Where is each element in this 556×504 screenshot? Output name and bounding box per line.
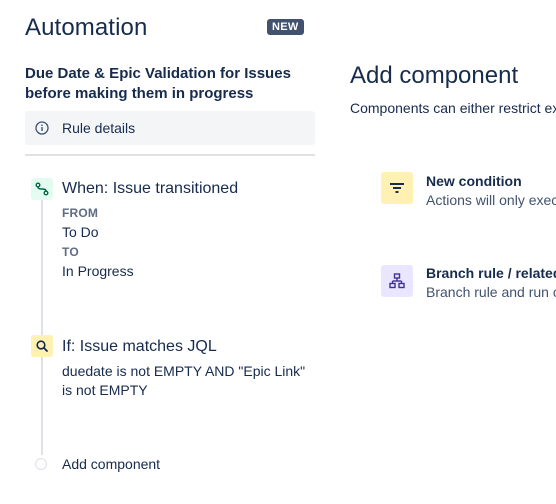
to-value: In Progress [62, 263, 134, 279]
divider [25, 154, 315, 156]
new-condition-description: Actions will only exec conditions preced… [426, 192, 556, 208]
rule-details-button[interactable]: Rule details [25, 111, 315, 145]
panel-title: Add component [350, 62, 519, 89]
branch-rule-description: Branch rule and run c actions for these … [426, 284, 556, 300]
trigger-step-title[interactable]: When: Issue transitioned [62, 180, 238, 198]
to-label: TO [62, 245, 79, 259]
panel-description: Components can either restrict ex on rel… [350, 100, 556, 116]
add-component-button[interactable]: Add component [62, 456, 160, 472]
filter-icon [381, 172, 413, 204]
add-component-dot [35, 458, 47, 470]
timeline-line [41, 200, 43, 455]
new-condition-title: New condition [426, 173, 522, 189]
rule-name: Due Date & Epic Validation for Issues be… [25, 65, 291, 102]
automation-page: Automation NEW Due Date & Epic Validatio… [0, 0, 556, 504]
branch-rule-title: Branch rule / related [426, 265, 556, 281]
from-value: To Do [62, 224, 99, 240]
info-icon [35, 121, 49, 135]
branch-icon [381, 265, 413, 297]
rule-editor-panel: Automation NEW Due Date & Epic Validatio… [25, 0, 315, 504]
from-label: FROM [62, 206, 99, 220]
add-component-panel: Add component Components can either rest… [350, 0, 556, 504]
new-badge: NEW [267, 19, 304, 35]
search-icon[interactable] [31, 335, 53, 357]
rule-details-label: Rule details [62, 120, 136, 136]
page-title: Automation [25, 14, 148, 41]
condition-step-title[interactable]: If: Issue matches JQL [62, 338, 217, 356]
trigger-icon[interactable] [31, 178, 53, 200]
jql-query: duedate is not EMPTY AND "Epic Link" is … [62, 363, 306, 398]
